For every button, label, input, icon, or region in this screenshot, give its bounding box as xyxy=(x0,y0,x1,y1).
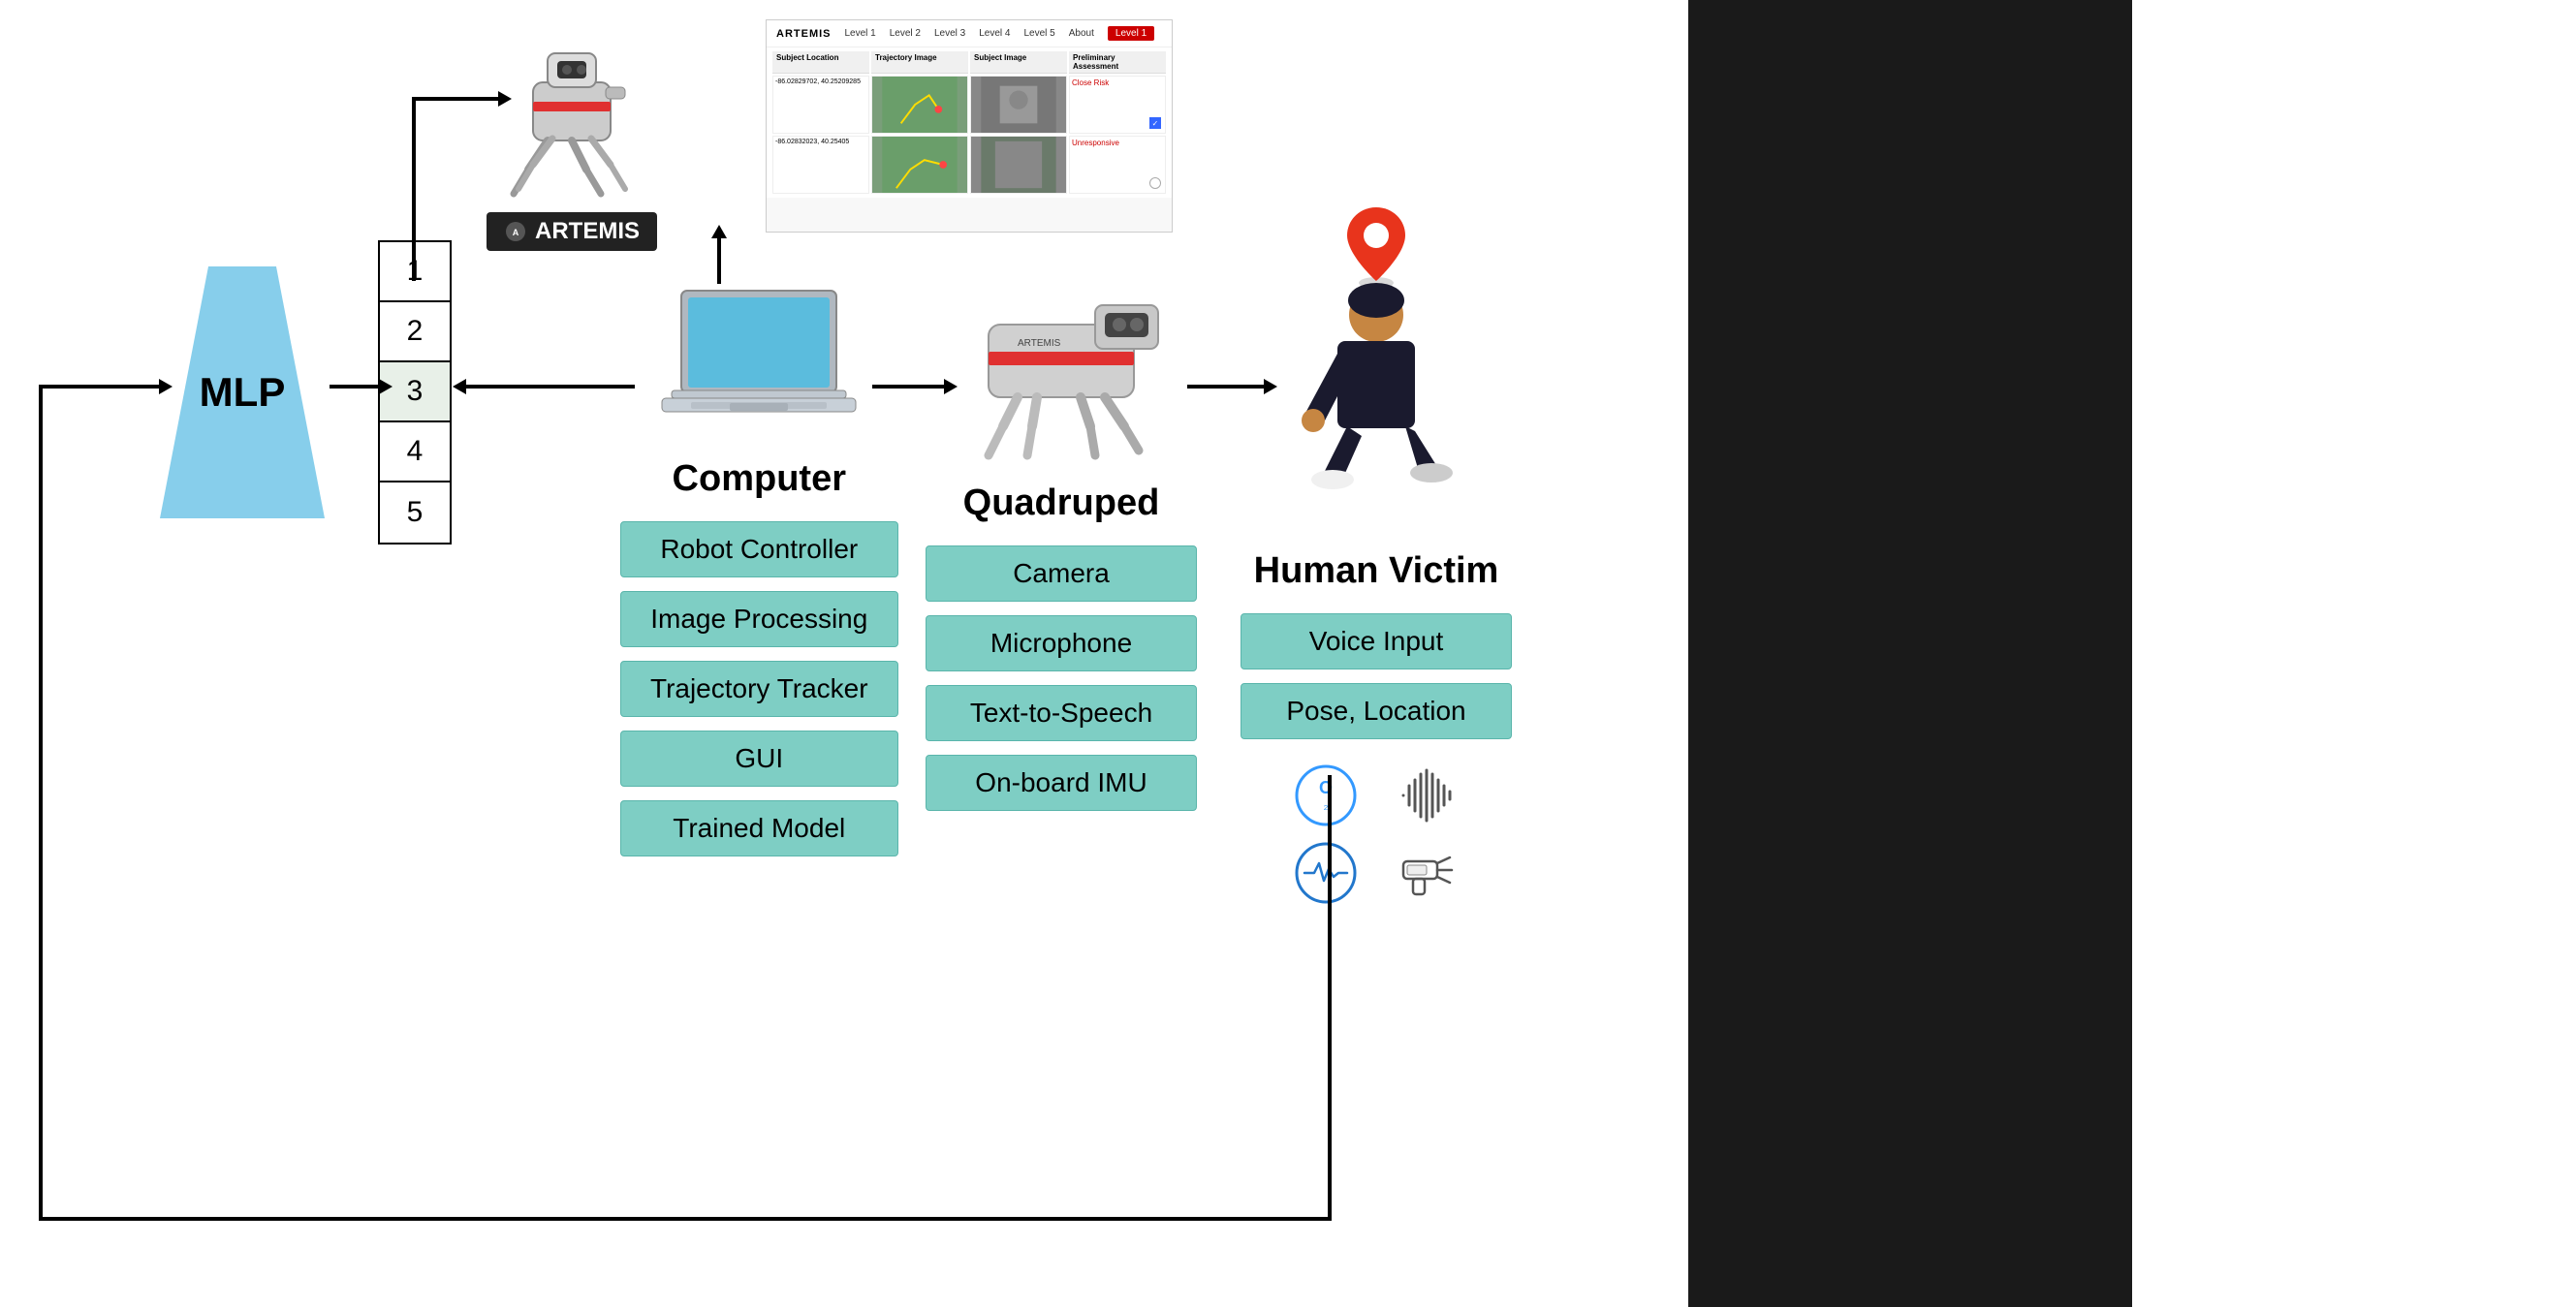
artemis-web-screenshot: ARTEMIS Level 1 Level 2 Level 3 Level 4 … xyxy=(766,19,1173,233)
no-response-flag: Unresponsive xyxy=(1072,139,1119,147)
quadruped-section: ARTEMIS Quadruped Camera Microphone Text… xyxy=(926,266,1197,811)
robot-image xyxy=(475,24,669,208)
web-cell-traj1 xyxy=(871,76,968,134)
right-panel xyxy=(1688,0,2132,1307)
artemis-badge: A ARTEMIS xyxy=(487,212,657,251)
web-col-header3: Subject Image xyxy=(970,51,1067,74)
computer-icon xyxy=(657,281,861,451)
svg-text:A: A xyxy=(513,228,519,237)
svg-text:ARTEMIS: ARTEMIS xyxy=(1018,338,1061,349)
web-cell-assessment1: Close Risk ✓ xyxy=(1069,76,1166,134)
computer-label: Computer xyxy=(673,458,846,500)
feature-trained-model: Trained Model xyxy=(620,800,898,856)
arrow-computer-up xyxy=(717,237,721,284)
loop-vertical-left xyxy=(39,385,43,1221)
victim-features: Voice Input Pose, Location xyxy=(1241,613,1512,739)
nav-level2: Level 2 xyxy=(890,28,921,39)
web-cell-subject2 xyxy=(970,136,1067,194)
nav-level5: Level 5 xyxy=(1024,28,1055,39)
web-cell-location2: -86.02832023, 40.25405 xyxy=(772,136,869,194)
web-cell-traj2 xyxy=(871,136,968,194)
feature-voice-input: Voice Input xyxy=(1241,613,1512,669)
web-navbar: ARTEMIS Level 1 Level 2 Level 3 Level 4 … xyxy=(767,20,1172,47)
close-flag: Close Risk xyxy=(1072,78,1109,87)
web-col-header4: Preliminary Assessment xyxy=(1069,51,1166,74)
computer-features: Robot Controller Image Processing Trajec… xyxy=(620,521,898,856)
nav-level4: Level 4 xyxy=(979,28,1010,39)
quadruped-label: Quadruped xyxy=(963,482,1160,524)
feature-robot-controller: Robot Controller xyxy=(620,521,898,577)
sensor-icons-row2 xyxy=(1295,842,1458,904)
sound-wave-icon xyxy=(1396,764,1458,826)
arrow-computer-to-quad xyxy=(872,385,945,389)
artemis-robot-section: A ARTEMIS xyxy=(475,24,669,251)
web-col-header1: Subject Location xyxy=(772,51,869,74)
feature-image-processing: Image Processing xyxy=(620,591,898,647)
web-logo: ARTEMIS xyxy=(776,28,832,40)
web-col-header2: Trajectory Image xyxy=(871,51,968,74)
list-item-2: 2 xyxy=(380,302,450,362)
o2-sensor-icon: O ₂ xyxy=(1295,764,1357,826)
quadruped-features: Camera Microphone Text-to-Speech On-boar… xyxy=(926,545,1197,811)
arrow-artemis-vertical xyxy=(412,97,416,281)
victim-label: Human Victim xyxy=(1254,550,1499,592)
mlp-label: MLP xyxy=(200,369,286,416)
sensor-icons-row: O ₂ xyxy=(1295,764,1458,826)
feature-camera: Camera xyxy=(926,545,1197,602)
nav-active: Level 1 xyxy=(1108,26,1154,41)
heart-rate-icon xyxy=(1295,842,1357,904)
list-item-4: 4 xyxy=(380,422,450,482)
nav-level1: Level 1 xyxy=(845,28,876,39)
arrow-mlp-to-list xyxy=(330,385,380,389)
location-pin xyxy=(1342,203,1410,286)
feature-tts: Text-to-Speech xyxy=(926,685,1197,741)
arrow-to-mlp xyxy=(39,385,160,389)
feature-microphone: Microphone xyxy=(926,615,1197,671)
computer-section: Computer Robot Controller Image Processi… xyxy=(620,281,898,856)
victim-section: Human Victim Voice Input Pose, Location … xyxy=(1241,203,1512,904)
web-content: Subject Location Trajectory Image Subjec… xyxy=(767,47,1172,198)
web-cell-assessment2: Unresponsive xyxy=(1069,136,1166,194)
thermometer-gun-icon xyxy=(1396,842,1458,904)
loop-vertical-right xyxy=(1328,775,1332,1221)
nav-about: About xyxy=(1069,28,1094,39)
arrow-computer-to-list xyxy=(465,385,635,389)
nav-level3: Level 3 xyxy=(934,28,965,39)
arrow-artemis-horizontal-top xyxy=(412,97,499,101)
human-victim-icon xyxy=(1274,281,1478,543)
web-cell-subject1 xyxy=(970,76,1067,134)
arrow-quad-to-victim xyxy=(1187,385,1265,389)
feature-pose-location: Pose, Location xyxy=(1241,683,1512,739)
feature-gui: GUI xyxy=(620,731,898,787)
feature-imu: On-board IMU xyxy=(926,755,1197,811)
loop-horizontal-bottom xyxy=(39,1217,1332,1221)
list-item-5: 5 xyxy=(380,482,450,543)
mlp-section: MLP xyxy=(160,266,325,518)
quadruped-icon: ARTEMIS xyxy=(930,266,1192,475)
feature-trajectory-tracker: Trajectory Tracker xyxy=(620,661,898,717)
web-cell-location1: -86.02829702, 40.25209285 xyxy=(772,76,869,134)
artemis-icon: A xyxy=(504,220,527,243)
